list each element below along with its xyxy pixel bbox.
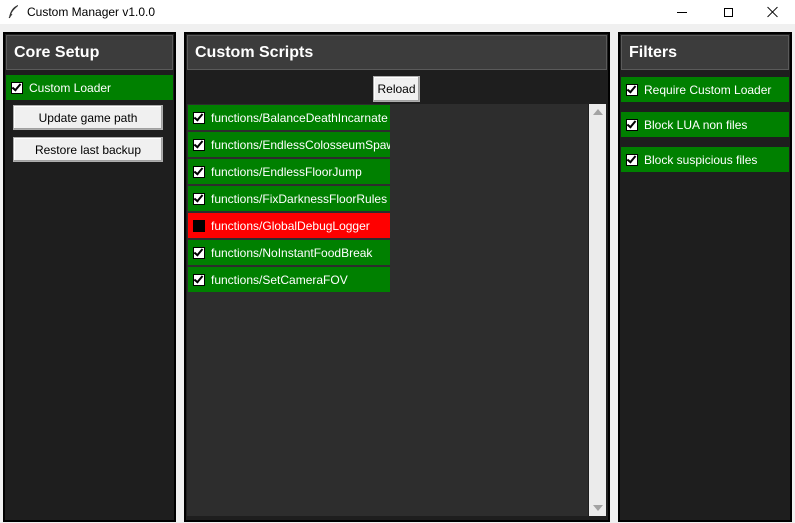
close-icon [767,6,779,18]
script-toggle[interactable]: functions/FixDarknessFloorRules [188,186,390,211]
checkbox-icon[interactable] [11,81,23,94]
scroll-up-icon[interactable] [593,109,603,115]
filter-toggle[interactable]: Block suspicious files [621,147,789,172]
script-toggle-label: functions/EndlessColosseumSpaw [211,137,390,152]
maximize-button[interactable] [705,0,751,24]
restore-last-backup-button[interactable]: Restore last backup [13,137,163,162]
filters-title: Filters [621,35,789,70]
feather-icon [8,5,18,19]
minimize-button[interactable] [659,0,705,24]
filter-toggle[interactable]: Block LUA non files [621,112,789,137]
window-title: Custom Manager v1.0.0 [27,5,156,19]
filter-toggle-label: Require Custom Loader [644,82,772,97]
checkbox-icon[interactable] [193,165,205,178]
close-button[interactable] [750,0,795,24]
checkbox-icon[interactable] [193,273,205,286]
filter-toggle[interactable]: Require Custom Loader [621,77,789,102]
checkbox-icon[interactable] [193,138,205,151]
script-toggle[interactable]: functions/EndlessColosseumSpaw [188,132,390,157]
reload-button[interactable]: Reload [373,76,420,102]
script-toggle-label: functions/BalanceDeathIncarnate [211,110,388,125]
filter-toggle-label: Block LUA non files [644,117,748,132]
maximize-icon [723,7,733,17]
checkbox-icon[interactable] [193,246,205,259]
custom-scripts-title: Custom Scripts [187,35,607,70]
script-toggle-label: functions/EndlessFloorJump [211,164,362,179]
scroll-down-icon[interactable] [593,505,603,511]
script-toggle[interactable]: functions/EndlessFloorJump [188,159,390,184]
checkbox-icon[interactable] [193,219,205,232]
script-toggle-label: functions/SetCameraFOV [211,272,348,287]
filters-panel: Filters Require Custom Loader Block LUA n… [618,32,792,522]
core-setup-panel: Core Setup Custom Loader Update game pat… [3,32,176,522]
minimize-icon [677,11,687,13]
script-toggle[interactable]: functions/SetCameraFOV [188,267,390,292]
scripts-scrollbar[interactable] [589,104,606,516]
script-toggle-label: functions/GlobalDebugLogger [211,218,370,233]
script-toggle[interactable]: functions/GlobalDebugLogger [188,213,390,238]
checkbox-icon[interactable] [626,153,638,166]
checkbox-icon[interactable] [626,83,638,96]
title-bar: Custom Manager v1.0.0 [0,0,795,24]
script-toggle[interactable]: functions/NoInstantFoodBreak [188,240,390,265]
checkbox-icon[interactable] [626,118,638,131]
update-game-path-button[interactable]: Update game path [13,105,163,130]
script-toggle-label: functions/NoInstantFoodBreak [211,245,373,260]
scripts-list: functions/BalanceDeathIncarnate functions… [187,104,588,516]
custom-scripts-panel: Custom Scripts Reload functions/BalanceD… [184,32,610,522]
custom-loader-label: Custom Loader [29,80,112,95]
filter-toggle-label: Block suspicious files [644,152,758,167]
script-toggle-label: functions/FixDarknessFloorRules [211,191,388,206]
checkbox-icon[interactable] [193,192,205,205]
checkbox-icon[interactable] [193,111,205,124]
script-toggle[interactable]: functions/BalanceDeathIncarnate [188,105,390,130]
core-setup-title: Core Setup [6,35,173,70]
custom-loader-toggle[interactable]: Custom Loader [6,75,173,100]
